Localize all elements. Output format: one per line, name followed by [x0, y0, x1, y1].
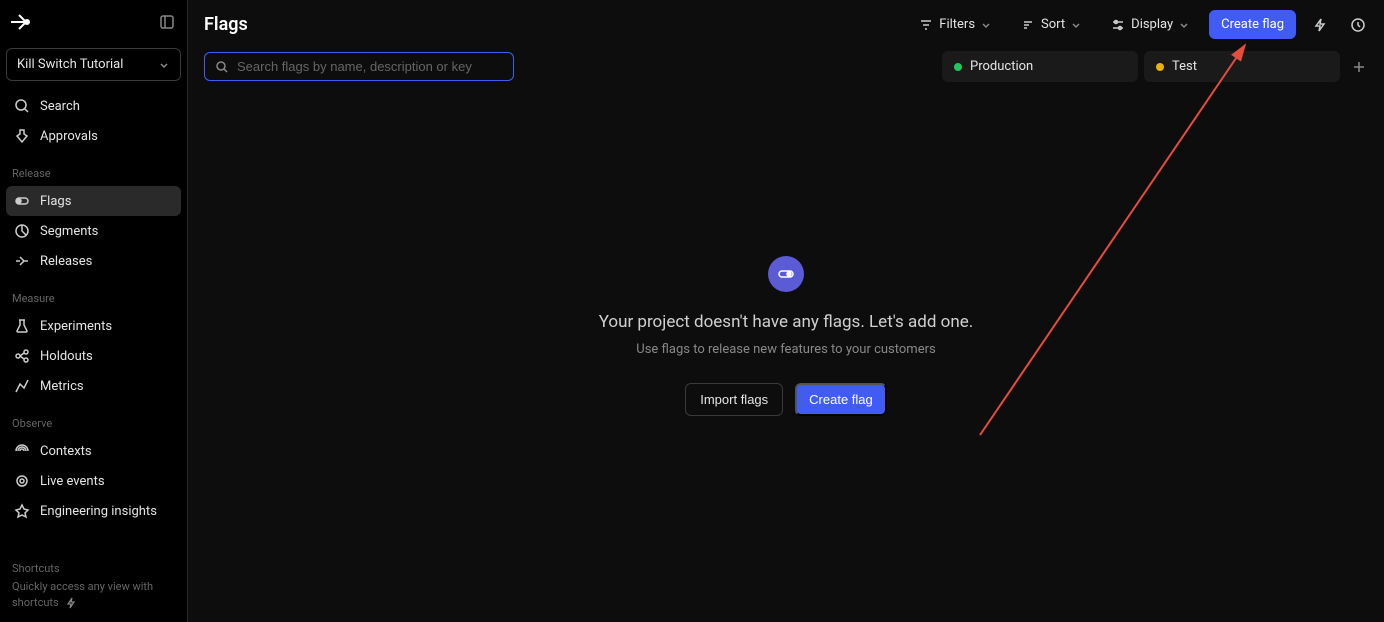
empty-state: Your project doesn't have any flags. Let… [188, 90, 1384, 622]
sidebar-item-label: Experiments [40, 319, 112, 334]
chevron-down-icon [1179, 20, 1189, 30]
live-events-icon [14, 473, 30, 489]
section-label-measure: Measure [0, 276, 187, 311]
sidebar: Kill Switch Tutorial Search Approvals Re… [0, 0, 188, 622]
search-input[interactable] [237, 59, 503, 74]
environment-pill-test[interactable]: Test [1144, 51, 1340, 82]
status-dot-icon [1156, 63, 1164, 71]
sidebar-item-label: Segments [40, 224, 98, 239]
clock-icon [1350, 17, 1366, 33]
display-button[interactable]: Display [1101, 11, 1199, 38]
approvals-icon [14, 128, 30, 144]
sidebar-item-segments[interactable]: Segments [6, 216, 181, 246]
segments-icon [14, 223, 30, 239]
sidebar-item-contexts[interactable]: Contexts [6, 436, 181, 466]
filters-button[interactable]: Filters [909, 11, 1001, 38]
toggle-icon [777, 265, 795, 283]
sidebar-item-label: Metrics [40, 379, 84, 394]
insights-icon [14, 503, 30, 519]
sidebar-item-label: Live events [40, 474, 105, 489]
metrics-icon [14, 378, 30, 394]
toolbar: Production Test [188, 49, 1384, 90]
sidebar-item-search[interactable]: Search [6, 91, 181, 121]
beaker-icon [14, 318, 30, 334]
shortcuts-section: Shortcuts Quickly access any view with s… [0, 562, 187, 622]
sort-icon [1021, 18, 1035, 32]
search-icon [215, 60, 229, 74]
bolt-icon [1312, 17, 1328, 33]
contexts-icon [14, 443, 30, 459]
bolt-action-button[interactable] [1306, 11, 1334, 39]
empty-state-icon [768, 256, 804, 292]
sidebar-item-approvals[interactable]: Approvals [6, 121, 181, 151]
environment-name: Production [970, 59, 1033, 74]
logo[interactable] [8, 10, 32, 34]
sidebar-item-holdouts[interactable]: Holdouts [6, 341, 181, 371]
project-selector[interactable]: Kill Switch Tutorial [6, 48, 181, 81]
shortcuts-description: Quickly access any view with shortcuts [12, 579, 175, 610]
project-name: Kill Switch Tutorial [17, 57, 123, 72]
search-icon [14, 98, 30, 114]
bolt-icon [65, 597, 77, 609]
chevron-down-icon [158, 59, 170, 71]
sidebar-item-label: Releases [40, 254, 92, 269]
shortcuts-title: Shortcuts [12, 562, 175, 575]
history-button[interactable] [1344, 11, 1372, 39]
filter-icon [919, 18, 933, 32]
create-flag-button[interactable]: Create flag [1209, 10, 1296, 39]
page-title: Flags [204, 14, 248, 35]
import-flags-button[interactable]: Import flags [685, 383, 783, 416]
environment-name: Test [1172, 59, 1197, 74]
status-dot-icon [954, 63, 962, 71]
flag-icon [14, 193, 30, 209]
section-label-release: Release [0, 151, 187, 186]
sidebar-item-flags[interactable]: Flags [6, 186, 181, 216]
empty-state-title: Your project doesn't have any flags. Let… [599, 312, 974, 332]
chevron-down-icon [981, 20, 991, 30]
sidebar-item-engineering-insights[interactable]: Engineering insights [6, 496, 181, 526]
sidebar-item-label: Holdouts [40, 349, 93, 364]
plus-icon [1352, 60, 1366, 74]
sidebar-item-label: Approvals [40, 129, 98, 144]
sidebar-item-label: Engineering insights [40, 504, 157, 519]
create-flag-button-empty[interactable]: Create flag [795, 383, 887, 416]
sidebar-item-label: Flags [40, 194, 71, 209]
chevron-down-icon [1071, 20, 1081, 30]
section-label-observe: Observe [0, 401, 187, 436]
environment-pill-production[interactable]: Production [942, 51, 1138, 82]
holdouts-icon [14, 348, 30, 364]
collapse-sidebar-button[interactable] [155, 10, 179, 34]
sort-button[interactable]: Sort [1011, 11, 1091, 38]
sidebar-item-live-events[interactable]: Live events [6, 466, 181, 496]
sidebar-item-releases[interactable]: Releases [6, 246, 181, 276]
sidebar-item-metrics[interactable]: Metrics [6, 371, 181, 401]
releases-icon [14, 253, 30, 269]
main-content: Flags Filters Sort Display [188, 0, 1384, 622]
search-box[interactable] [204, 52, 514, 81]
header: Flags Filters Sort Display [188, 0, 1384, 49]
sidebar-item-label: Search [40, 99, 80, 114]
add-environment-button[interactable] [1346, 52, 1372, 82]
sidebar-item-label: Contexts [40, 444, 92, 459]
empty-state-subtitle: Use flags to release new features to you… [636, 342, 935, 357]
sidebar-item-experiments[interactable]: Experiments [6, 311, 181, 341]
sliders-icon [1111, 18, 1125, 32]
